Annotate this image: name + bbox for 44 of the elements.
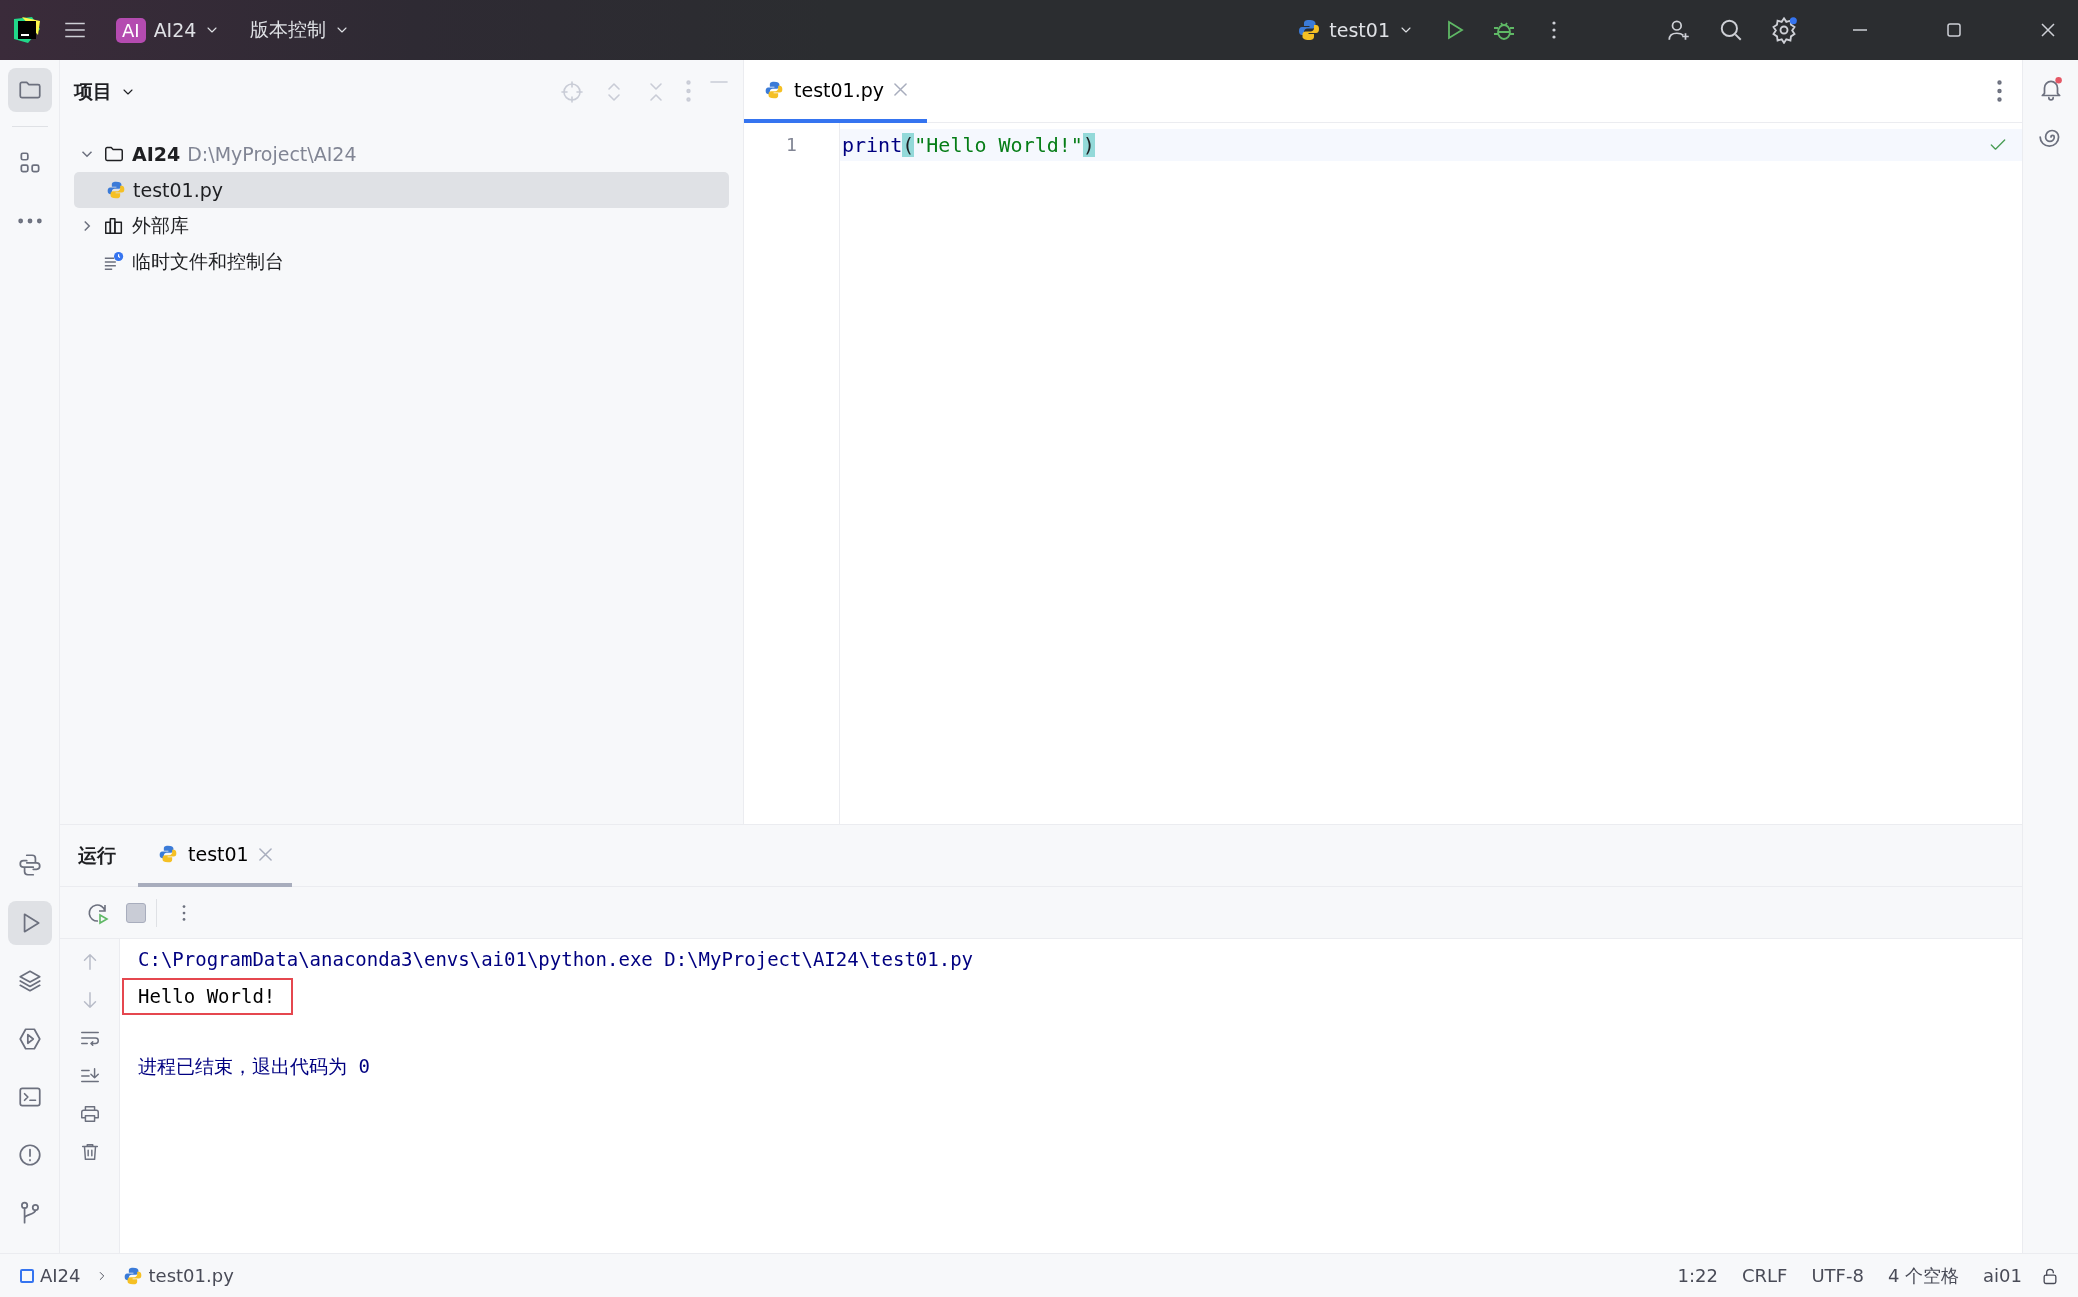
panel-title: 运行	[78, 842, 116, 868]
terminal-icon	[16, 1084, 43, 1110]
close-icon	[258, 847, 272, 861]
locate-icon	[560, 80, 584, 104]
console-line: C:\ProgramData\anaconda3\envs\ai01\python.exe D:\MyProject\AI24\test01.py	[137, 947, 975, 972]
tree-item[interactable]: 外部库	[74, 208, 729, 244]
run-config-selector[interactable]: test01	[1289, 12, 1422, 48]
library-icon	[103, 215, 125, 237]
breadcrumb[interactable]: test01.py	[120, 1263, 236, 1288]
project-path: D:\MyProject\AI24	[187, 143, 357, 165]
python-icon	[122, 1265, 143, 1286]
vcs-menu[interactable]: 版本控制	[242, 11, 359, 49]
python-icon	[16, 852, 43, 878]
problems-icon	[16, 1142, 43, 1168]
python-icon	[764, 79, 784, 100]
status-item[interactable]: UTF-8	[1805, 1263, 1870, 1288]
layers-icon	[16, 968, 43, 994]
python-icon	[1297, 18, 1322, 42]
app-logo	[12, 15, 42, 45]
tool-window-button[interactable]	[7, 901, 52, 945]
more-icon	[17, 218, 42, 224]
hide-icon	[709, 80, 729, 84]
project-switcher[interactable]: AI AI24	[108, 11, 229, 49]
python-icon	[106, 180, 126, 200]
editor-tab[interactable]: test01.py	[744, 60, 927, 123]
more-icon	[686, 80, 691, 102]
tool-window-button[interactable]	[7, 68, 52, 112]
console-line: 进程已结束，退出代码为 0	[137, 1054, 371, 1079]
line-number: 1	[785, 133, 798, 157]
code-line: print("Hello World!")	[842, 133, 1095, 157]
status-item[interactable]: ai01	[1977, 1263, 2028, 1288]
status-item[interactable]: CRLF	[1735, 1263, 1794, 1288]
status-item[interactable]: 1:22	[1671, 1263, 1724, 1288]
tree-item[interactable]: test01.py	[74, 172, 729, 208]
more-icon	[1997, 80, 2002, 102]
status-item[interactable]: 4 个空格	[1881, 1261, 1966, 1290]
close-icon	[894, 83, 907, 96]
print-icon	[78, 1103, 101, 1125]
tree-item[interactable]: AI24 D:\MyProject\AI24	[74, 136, 729, 172]
scratch-file-icon	[103, 251, 125, 273]
python-icon	[158, 844, 178, 864]
tree-item[interactable]: 临时文件和控制台	[74, 244, 729, 280]
breadcrumb[interactable]: AI24	[18, 1263, 83, 1288]
panel-title[interactable]: 项目	[74, 79, 112, 105]
